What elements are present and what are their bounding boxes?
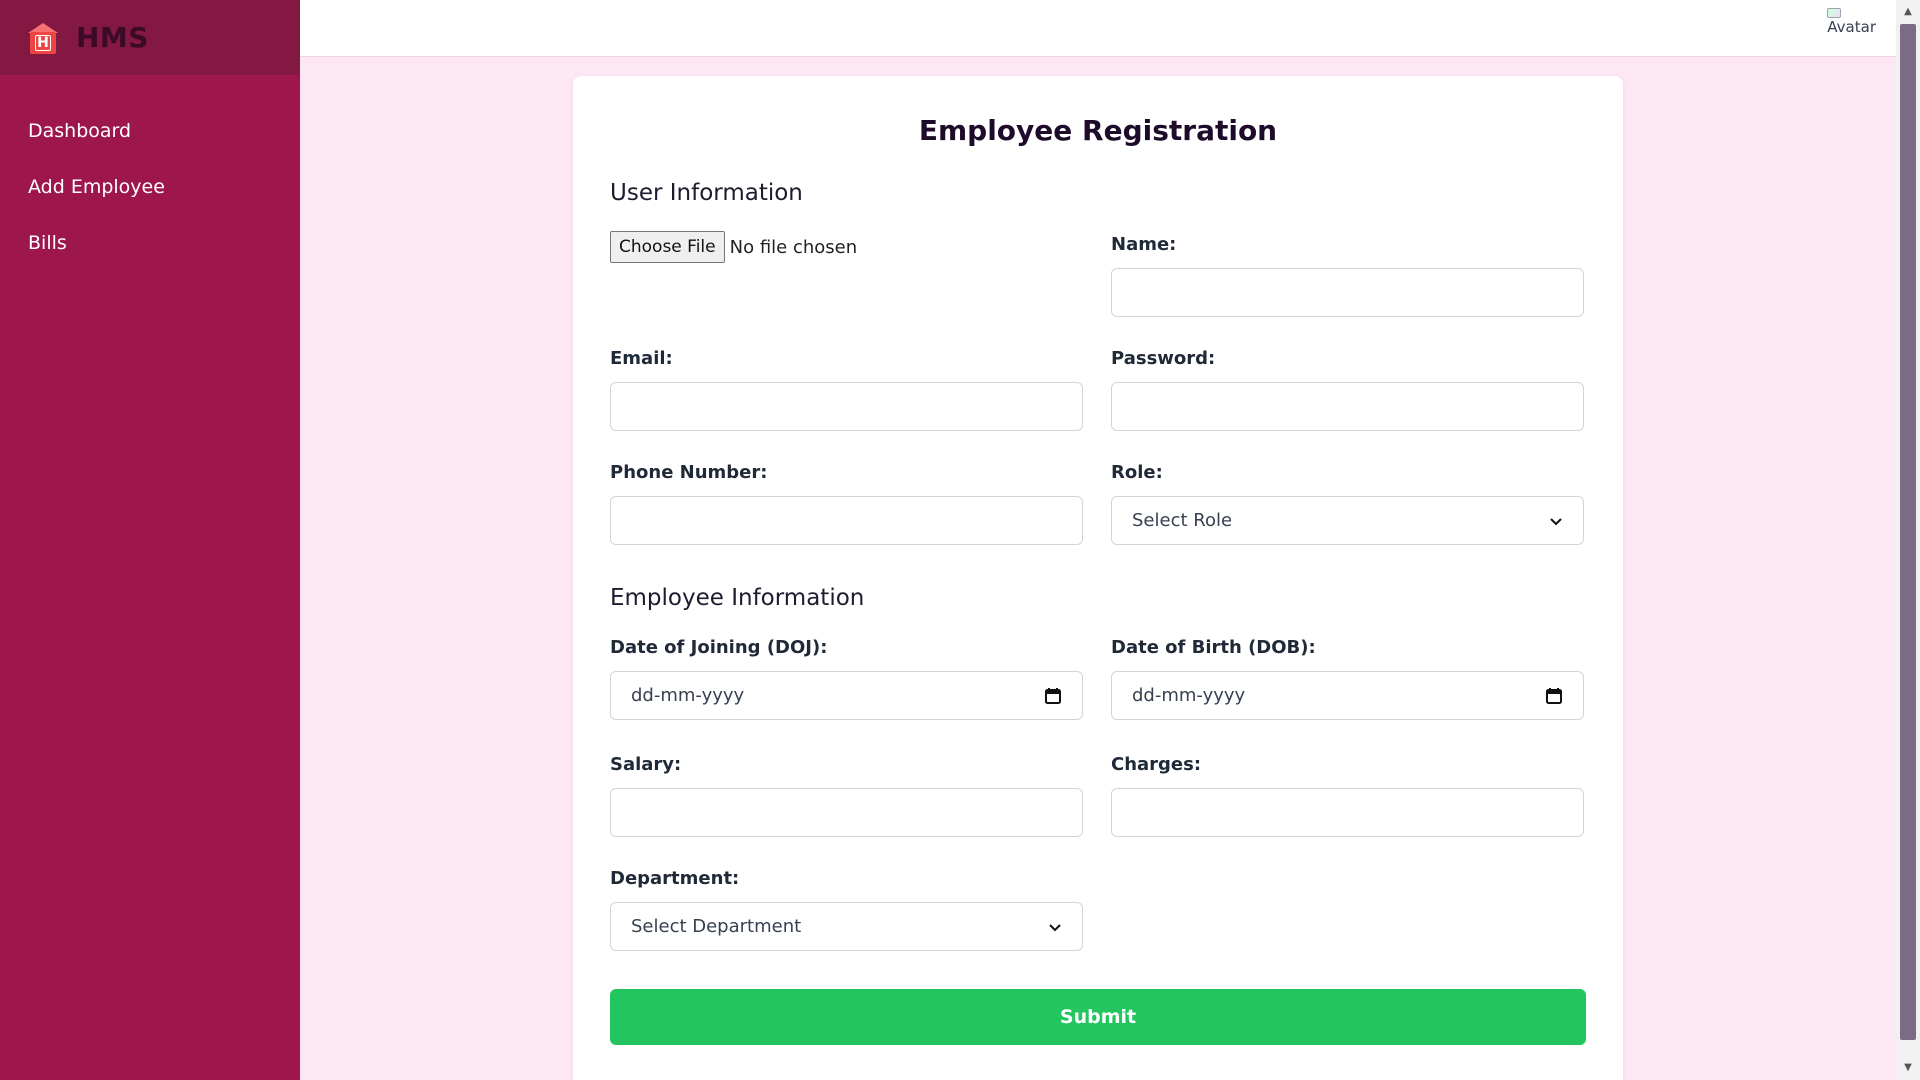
name-label: Name: [1111,234,1177,255]
sidebar-item-bills[interactable]: Bills [0,215,300,271]
charges-input[interactable] [1111,788,1584,837]
avatar[interactable]: Avatar [1827,8,1876,35]
brand-title: HMS [76,21,149,54]
avatar-alt-text: Avatar [1827,18,1876,36]
email-group: Email: [610,348,1083,431]
password-group: Password: [1111,348,1584,431]
chevron-down-icon [1049,923,1061,931]
doj-group: Date of Joining (DOJ): dd-mm-yyyy [610,637,1083,720]
scroll-down-icon[interactable]: ▼ [1896,1058,1920,1078]
role-select[interactable]: Select Role [1111,496,1584,545]
department-select[interactable]: Select Department [610,902,1083,951]
role-group: Role: Select Role [1111,462,1584,545]
phone-input[interactable] [610,496,1083,545]
role-label: Role: [1111,462,1163,483]
doj-date-input[interactable]: dd-mm-yyyy [610,671,1083,720]
phone-label: Phone Number: [610,462,768,483]
calendar-icon[interactable] [1044,687,1062,705]
sidebar: H HMS Dashboard Add Employee Bills [0,0,300,1080]
doj-label: Date of Joining (DOJ): [610,637,828,658]
registration-card: Employee Registration User Information C… [573,76,1623,1080]
doj-placeholder: dd-mm-yyyy [631,685,745,706]
employee-information-heading: Employee Information [610,585,865,611]
page-title: Employee Registration [918,114,1278,147]
dob-group: Date of Birth (DOB): dd-mm-yyyy [1111,637,1584,720]
scroll-up-icon[interactable]: ▲ [1896,2,1920,22]
top-bar: Avatar [300,0,1896,57]
password-input[interactable] [1111,382,1584,431]
user-information-heading: User Information [610,180,803,206]
department-label: Department: [610,868,740,889]
sidebar-nav: Dashboard Add Employee Bills [0,75,300,271]
salary-label: Salary: [610,754,682,775]
scroll-thumb[interactable] [1900,24,1916,1040]
charges-label: Charges: [1111,754,1202,775]
phone-group: Phone Number: [610,462,1083,545]
avatar-file-input: Choose File No file chosen [610,231,857,263]
name-input[interactable] [1111,268,1584,317]
department-group: Department: Select Department [610,868,1083,951]
sidebar-item-dashboard[interactable]: Dashboard [0,103,300,159]
choose-file-button[interactable]: Choose File [610,231,725,263]
hospital-logo-icon: H [28,22,58,54]
file-status-text: No file chosen [729,236,858,258]
dob-date-input[interactable]: dd-mm-yyyy [1111,671,1584,720]
sidebar-item-add-employee[interactable]: Add Employee [0,159,300,215]
page-scrollbar[interactable]: ▲ ▼ [1896,0,1920,1080]
dob-placeholder: dd-mm-yyyy [1132,685,1246,706]
name-group: Name: [1111,234,1584,317]
charges-group: Charges: [1111,754,1584,837]
department-selected-value: Select Department [631,916,802,937]
salary-input[interactable] [610,788,1083,837]
brand-header: H HMS [0,0,300,75]
salary-group: Salary: [610,754,1083,837]
role-selected-value: Select Role [1132,510,1233,531]
submit-button[interactable]: Submit [610,989,1586,1045]
dob-label: Date of Birth (DOB): [1111,637,1316,658]
chevron-down-icon [1550,517,1562,525]
email-input[interactable] [610,382,1083,431]
password-label: Password: [1111,348,1216,369]
calendar-icon[interactable] [1545,687,1563,705]
email-label: Email: [610,348,673,369]
broken-image-icon [1827,8,1842,18]
